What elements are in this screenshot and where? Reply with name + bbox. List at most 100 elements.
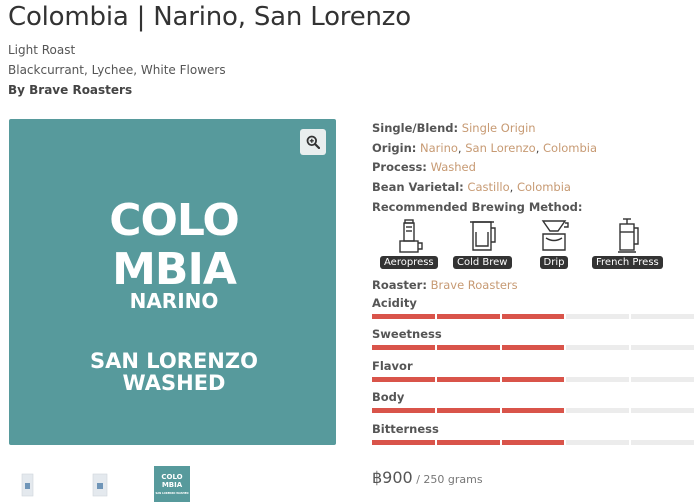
thumb-text-line: COLO [161,473,182,481]
process-label: Process: [372,160,427,175]
attribute-bar [372,440,694,445]
attribute-label: Sweetness [372,327,442,341]
process-row: Process: Washed [372,158,694,178]
single-blend-link[interactable]: Single Origin [462,121,536,135]
brew-method-french-press[interactable]: French Press [592,217,663,269]
bag-text-line: WASHED [123,371,226,395]
attribute-bar [372,377,694,382]
attribute-sweetness: Sweetness [372,327,694,350]
process-link[interactable]: Washed [431,160,476,174]
zoom-button[interactable] [300,129,326,155]
roaster-byline: By Brave Roasters [8,83,133,97]
attribute-bar-segment [436,440,500,445]
attribute-bar-segment [436,408,500,413]
attribute-bar-segment [631,345,694,350]
brew-method-label: Aeropress [380,255,438,269]
origin-row: Origin: Narino, San Lorenzo, Colombia [372,139,694,159]
bag-front-thumbnail [21,473,34,497]
attribute-bar-segment [631,314,694,319]
thumbnail-1[interactable] [9,466,45,502]
french-press-icon [618,217,640,253]
bag-text-line: COLO [109,195,239,246]
thumb-text-line: SAN LORENZO WASHED [155,491,188,495]
price-amount: ฿900 [372,468,413,487]
attribute-bitterness: Bitterness [372,422,694,445]
single-blend-label: Single/Blend: [372,121,459,135]
cold-brew-icon [470,220,496,251]
tasting-notes: Blackcurrant, Lychee, White Flowers [8,63,226,77]
thumbnail-3[interactable]: COLO MBIA SAN LORENZO WASHED [154,466,190,502]
drip-icon [541,219,569,251]
attribute-acidity: Acidity [372,296,694,319]
bag-artwork-thumbnail: COLO MBIA SAN LORENZO WASHED [155,473,188,495]
attribute-bar-segment [501,408,565,413]
attribute-bar-segment [501,440,565,445]
attribute-flavor: Flavor [372,359,694,382]
attribute-bar-segment [372,440,435,445]
brew-method-aeropress[interactable]: Aeropress [380,218,438,269]
attribute-bar-segment [566,314,630,319]
attribute-bar-segment [436,345,500,350]
attribute-label: Acidity [372,296,417,310]
bag-text-line: SAN LORENZO [90,349,258,373]
attribute-bar-segment [501,345,565,350]
brew-method-label: French Press [592,255,663,269]
brew-method-cold-brew[interactable]: Cold Brew [453,218,512,269]
aeropress-icon [399,218,423,253]
attribute-bar-segment [372,377,435,382]
varietal-label: Bean Varietal: [372,180,464,195]
origin-link-narino[interactable]: Narino [420,141,458,155]
thumbnail-strip: COLO MBIA SAN LORENZO WASHED [9,466,209,502]
brew-method-label: Cold Brew [453,255,512,269]
attribute-body: Body [372,390,694,413]
attribute-bar-segment [436,314,500,319]
origin-link-san-lorenzo[interactable]: San Lorenzo [465,141,535,155]
brew-method-label: Drip [539,255,569,269]
attribute-bar-segment [631,440,694,445]
attribute-bar-segment [501,377,565,382]
attribute-label: Flavor [372,359,413,373]
attribute-bar [372,345,694,350]
coffee-bag-artwork: COLO MBIA NARINO SAN LORENZO WASHED [90,195,258,395]
roaster-link[interactable]: Brave Roasters [431,278,518,292]
varietal-link-castillo[interactable]: Castillo [467,180,509,194]
product-title: Colombia | Narino, San Lorenzo [8,2,411,32]
brewing-method-heading: Recommended Brewing Method: [372,199,583,214]
roaster-label: Roaster: [372,277,427,292]
attribute-bar [372,314,694,319]
varietal-link-colombia[interactable]: Colombia [517,180,571,194]
price-unit: / 250 grams [412,473,483,486]
bag-back-thumbnail [92,473,108,497]
bag-text-line: MBIA [112,244,237,295]
origin-link-colombia[interactable]: Colombia [543,141,597,155]
varietal-separator: , [509,180,517,195]
attribute-bar [372,408,694,413]
attribute-bar-segment [372,314,435,319]
product-details: Single/Blend: Single Origin Origin: Nari… [372,119,694,295]
attribute-bar-segment [566,440,630,445]
brewing-methods: Aeropress Cold Brew Drip French Press [372,217,694,276]
roaster-row: Roaster: Brave Roasters [372,276,694,296]
attribute-bar-segment [566,377,630,382]
thumb-text-line: MBIA [162,481,183,489]
attribute-bar-segment [436,377,500,382]
thumbnail-2[interactable] [82,466,118,502]
brew-method-drip[interactable]: Drip [537,218,571,269]
origin-separator: , [535,140,543,155]
varietal-row: Bean Varietal: Castillo, Colombia [372,178,694,198]
attribute-label: Body [372,390,405,404]
origin-label: Origin: [372,140,417,155]
attribute-bar-segment [566,345,630,350]
attribute-bar-segment [372,408,435,413]
product-image[interactable]: COLO MBIA NARINO SAN LORENZO WASHED [9,119,336,445]
single-blend-row: Single/Blend: Single Origin [372,119,694,139]
zoom-in-icon [306,135,320,149]
attribute-bar-segment [631,377,694,382]
roast-level: Light Roast [8,43,76,57]
attribute-bar-segment [566,408,630,413]
price: ฿900 / 250 grams [372,468,483,487]
attribute-bar-segment [631,408,694,413]
attribute-label: Bitterness [372,422,439,436]
attribute-bar-segment [501,314,565,319]
attribute-bar-segment [372,345,435,350]
